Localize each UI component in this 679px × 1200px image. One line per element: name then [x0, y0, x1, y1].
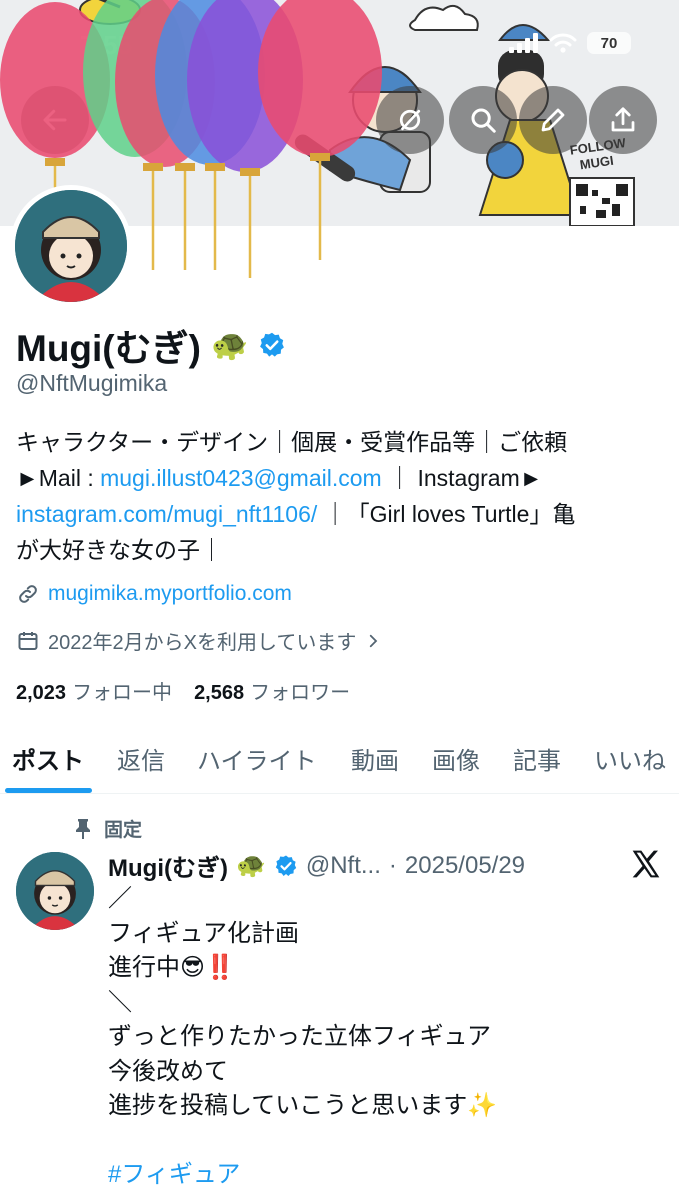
grok-button[interactable]: [376, 86, 444, 154]
pinned-indicator: 固定: [74, 815, 142, 842]
followers-stat[interactable]: 2,568 フォロワー: [194, 676, 350, 705]
bio-line-4: が大好きな女の子｜: [16, 537, 223, 563]
followers-count: 2,568: [194, 682, 245, 704]
profile-joined-date[interactable]: 2022年2月からXを利用しています: [16, 626, 382, 655]
post-hashtag[interactable]: #フィギュア: [108, 1158, 668, 1193]
post-text: ／ フィギュア化計画 進行中😎‼️ ＼ ずっと作りたかった立体フィギュア 今後改…: [108, 882, 668, 1193]
pinned-label: 固定: [104, 820, 143, 841]
bio-mail-prefix: ►Mail :: [16, 465, 101, 491]
post-author-avatar[interactable]: [16, 852, 94, 930]
tab-videos-label: 動画: [351, 747, 399, 775]
status-bar: 7:55 70: [0, 0, 679, 90]
verified-badge-icon: [275, 855, 297, 876]
turtle-emoji: 🐢: [210, 328, 249, 362]
link-icon: [19, 585, 37, 603]
tab-replies[interactable]: 返信: [117, 722, 165, 794]
grok-icon: [399, 109, 421, 131]
chevron-right-icon: [370, 634, 378, 647]
profile-banner[interactable]: FOLLOW MUGI 7:55 70: [0, 0, 679, 226]
profile-tabs: ポスト 返信 ハイライト 動画 画像 記事 いいね: [0, 722, 679, 794]
profile-display-name: Mugi(むぎ): [16, 328, 201, 369]
profile-website: mugimika.myportfolio.com: [16, 582, 292, 606]
tab-photos[interactable]: 画像: [432, 722, 480, 794]
bio-email-link[interactable]: mugi.illust0423@gmail.com: [100, 465, 382, 491]
cellular-signal-icon: [509, 33, 538, 53]
post-date[interactable]: 2025/05/29: [405, 852, 525, 880]
search-icon: [471, 108, 496, 133]
battery-level: 70: [600, 34, 618, 52]
share-button[interactable]: [589, 86, 657, 154]
follow-stats: 2,023 フォロー中 2,568 フォロワー: [16, 676, 350, 705]
tab-highlights[interactable]: ハイライト: [197, 722, 317, 794]
post-author-emoji: 🐢: [235, 852, 266, 879]
bio-instagram-link[interactable]: instagram.com/mugi_nft1106/: [16, 501, 317, 527]
joined-text: 2022年2月からXを利用しています: [48, 632, 357, 654]
bio-line-3-suffix: ｜「Girl loves Turtle」亀: [317, 501, 576, 527]
edit-button[interactable]: [519, 86, 587, 154]
bio-instagram-label: ｜ Instagram►: [381, 465, 543, 491]
post-line: [108, 1124, 668, 1159]
tab-posts[interactable]: ポスト: [12, 722, 84, 794]
website-link[interactable]: mugimika.myportfolio.com: [48, 582, 292, 606]
tab-likes-label: いいね: [594, 747, 666, 775]
x-logo-icon[interactable]: [630, 848, 662, 880]
post-line: 進行中😎‼️: [108, 954, 235, 981]
battery-indicator: 70: [587, 32, 631, 54]
profile-avatar[interactable]: [10, 185, 132, 307]
post-line: ＼: [108, 988, 132, 1016]
post-line: ／: [108, 885, 132, 912]
post-line: 進捗を投稿していこうと思います✨: [108, 1092, 498, 1119]
pin-icon: [76, 818, 90, 839]
post-line: ずっと作りたかった立体フィギュア: [108, 1023, 492, 1050]
tab-likes[interactable]: いいね: [594, 722, 666, 794]
following-stat[interactable]: 2,023 フォロー中: [16, 676, 172, 705]
tab-articles[interactable]: 記事: [513, 722, 561, 794]
profile-handle: @NftMugimika: [16, 370, 168, 396]
status-time: 7:55: [80, 30, 133, 60]
post-line: フィギュア化計画: [108, 919, 300, 947]
active-tab-indicator: [5, 788, 92, 793]
back-button[interactable]: [21, 86, 89, 154]
followers-label: フォロワー: [250, 682, 351, 704]
edit-icon: [541, 108, 565, 132]
tab-videos[interactable]: 動画: [351, 722, 399, 794]
profile-name-row: Mugi(むぎ) 🐢: [16, 318, 286, 372]
search-button[interactable]: [449, 86, 517, 154]
share-icon: [611, 107, 635, 132]
following-count: 2,023: [16, 682, 67, 704]
tab-posts-label: ポスト: [12, 747, 84, 775]
profile-bio: キャラクター・デザイン｜個展・受賞作品等｜ご依頼 ►Mail : mugi.il…: [16, 424, 666, 568]
wifi-icon: [549, 33, 577, 53]
back-arrow-icon: [43, 109, 67, 131]
avatar-illustration: [15, 190, 127, 302]
following-label: フォロー中: [72, 682, 173, 704]
tab-highlights-label: ハイライト: [197, 747, 317, 775]
post-author-name[interactable]: Mugi(むぎ): [108, 848, 228, 883]
verified-badge-icon[interactable]: [258, 331, 286, 359]
avatar-illustration-small: [16, 852, 94, 930]
calendar-icon: [18, 631, 38, 650]
post-header: Mugi(むぎ) 🐢 @Nft... · 2025/05/29: [108, 848, 525, 883]
post-line: 今後改めて: [108, 1057, 228, 1085]
tab-replies-label: 返信: [117, 747, 165, 775]
tab-photos-label: 画像: [432, 747, 480, 775]
bio-line-1: キャラクター・デザイン｜個展・受賞作品等｜ご依頼: [16, 429, 568, 455]
post-author-handle: @Nft...: [305, 851, 381, 879]
tab-articles-label: 記事: [513, 747, 561, 775]
